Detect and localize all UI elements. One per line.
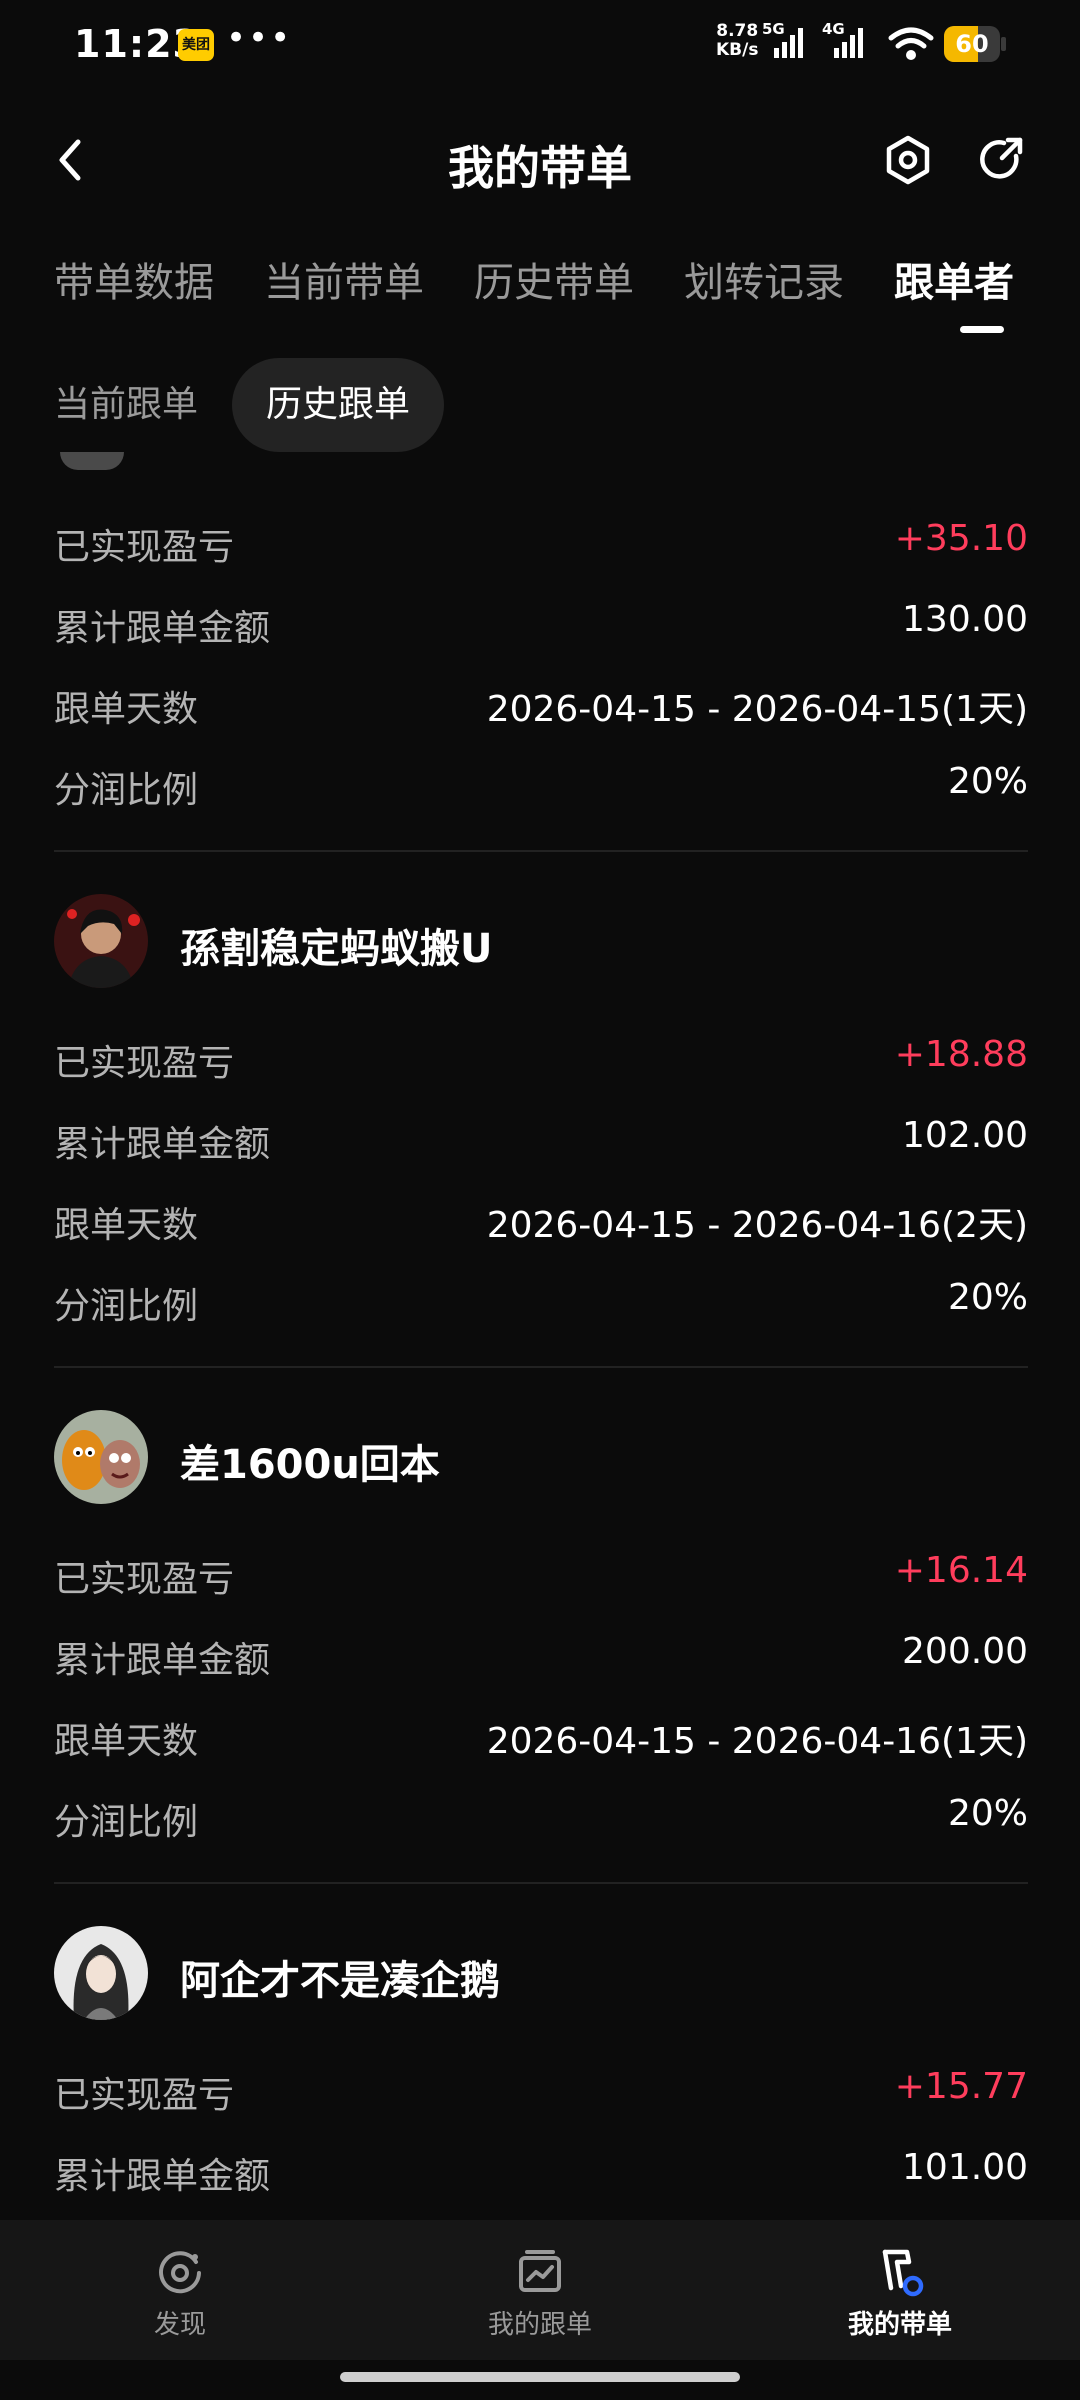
card-divider: [54, 1366, 1028, 1368]
days-row: 跟单天数 2026-04-15 - 2026-04-16(2天): [54, 1196, 1028, 1256]
avatar: [54, 894, 148, 988]
avatar: [54, 1926, 148, 2020]
days-value: 2026-04-15 - 2026-04-16(2天): [486, 1205, 1028, 1246]
pnl-value: +35.10: [894, 518, 1028, 559]
pnl-label: 已实现盈亏: [54, 527, 235, 568]
flag-trophy-icon: [882, 2249, 924, 2297]
nav-my-follows-label: 我的跟单: [487, 2310, 592, 2340]
follower-list: 已实现盈亏 +35.10 累计跟单金额 130.00 跟单天数 2026-04-…: [0, 452, 1080, 2220]
screen: 11:23 美团 ••• 8.78 KB/s 5G 4G 60 我的带单 带单数…: [0, 0, 1080, 2400]
battery-level: 60: [955, 30, 989, 58]
avatar: [54, 1410, 148, 1504]
card-divider: [54, 1882, 1028, 1884]
hexagon-settings-icon: [886, 135, 930, 185]
amount-value: 101.00: [902, 2147, 1028, 2188]
amount-row: 累计跟单金额 102.00: [54, 1115, 1028, 1175]
share-label: 分润比例: [54, 1802, 199, 1843]
amount-label: 累计跟单金额: [54, 1640, 271, 1681]
pnl-row: 已实现盈亏 +15.77: [54, 2066, 1028, 2126]
days-row: 跟单天数 2026-04-15 - 2026-04-16(1天): [54, 1712, 1028, 1772]
status-bar: 11:23 美团 ••• 8.78 KB/s 5G 4G 60: [0, 0, 1080, 92]
pnl-value: +15.77: [894, 2066, 1028, 2107]
tab-history-leads[interactable]: 历史带单: [474, 250, 634, 308]
network-label-1: 5G: [762, 20, 785, 38]
battery-icon: 60: [944, 26, 1006, 62]
share-value: 20%: [947, 1277, 1028, 1318]
chart-box-icon: [519, 2250, 561, 2292]
days-label: 跟单天数: [54, 689, 199, 730]
amount-row: 累计跟单金额 130.00: [54, 599, 1028, 659]
pnl-row: 已实现盈亏 +16.14: [54, 1550, 1028, 1610]
signal-4g-icon: 4G: [822, 20, 866, 66]
share-arrow-icon: [980, 137, 1023, 179]
net-speed-unit: KB/s: [716, 40, 759, 60]
header: 我的带单: [0, 110, 1080, 210]
net-speed-value: 8.78: [716, 21, 759, 41]
signal-5g-icon: 5G: [762, 20, 806, 66]
share-row: 分润比例 20%: [54, 761, 1028, 821]
discover-icon: [159, 2251, 201, 2294]
days-value: 2026-04-15 - 2026-04-15(1天): [486, 689, 1028, 730]
avatar: [60, 452, 124, 470]
follower-name: 孫割稳定蚂蚁搬U: [180, 926, 493, 972]
follower-header[interactable]: 差1600u回本: [54, 1410, 1028, 1506]
amount-label: 累计跟单金额: [54, 2156, 271, 2197]
wifi-icon: [888, 26, 934, 66]
follower-header[interactable]: 阿企才不是凑企鹅: [54, 1926, 1028, 2022]
subtab-history-follow[interactable]: 历史跟单: [232, 358, 445, 452]
follower-header[interactable]: 孫割稳定蚂蚁搬U: [54, 894, 1028, 990]
home-indicator[interactable]: [340, 2372, 740, 2382]
nav-my-follows[interactable]: 我的跟单: [440, 2248, 640, 2341]
pnl-label: 已实现盈亏: [54, 1559, 235, 1600]
days-row: 跟单天数 2026-04-15 - 2026-04-15(1天): [54, 680, 1028, 740]
network-label-2: 4G: [822, 20, 845, 38]
amount-row: 累计跟单金额 101.00: [54, 2147, 1028, 2207]
tab-current-leads[interactable]: 当前带单: [264, 250, 424, 308]
sub-tabs: 当前跟单 历史跟单: [0, 358, 1080, 452]
nav-discover[interactable]: 发现: [80, 2248, 280, 2341]
share-label: 分润比例: [54, 770, 199, 811]
amount-value: 200.00: [902, 1631, 1028, 1672]
amount-value: 130.00: [902, 599, 1028, 640]
active-tab-indicator: [960, 326, 1004, 333]
pnl-row: 已实现盈亏 +18.88: [54, 1034, 1028, 1094]
share-button[interactable]: [972, 132, 1028, 188]
days-label: 跟单天数: [54, 1721, 199, 1762]
meituan-badge-icon: 美团: [178, 29, 214, 61]
share-label: 分润比例: [54, 1286, 199, 1327]
nav-discover-label: 发现: [153, 2310, 206, 2340]
pnl-row: 已实现盈亏 +35.10: [54, 518, 1028, 578]
follower-name: 差1600u回本: [180, 1442, 440, 1488]
pnl-label: 已实现盈亏: [54, 1043, 235, 1084]
nav-my-leads[interactable]: 我的带单: [800, 2248, 1000, 2341]
amount-label: 累计跟单金额: [54, 1124, 271, 1165]
tab-transfer-records[interactable]: 划转记录: [684, 250, 844, 308]
pnl-value: +18.88: [894, 1034, 1028, 1075]
main-tabs: 带单数据 当前带单 历史带单 划转记录 跟单者: [0, 240, 1080, 340]
amount-row: 累计跟单金额 200.00: [54, 1631, 1028, 1691]
subtab-current-follow[interactable]: 当前跟单: [54, 358, 198, 452]
share-row: 分润比例 20%: [54, 1277, 1028, 1337]
amount-label: 累计跟单金额: [54, 608, 271, 649]
more-notifications-icon: •••: [226, 18, 293, 58]
pnl-value: +16.14: [894, 1550, 1028, 1591]
share-row: 分润比例 20%: [54, 1793, 1028, 1853]
pnl-label: 已实现盈亏: [54, 2075, 235, 2116]
follower-name: 阿企才不是凑企鹅: [180, 1958, 500, 2004]
share-value: 20%: [947, 1793, 1028, 1834]
tab-followers[interactable]: 跟单者: [894, 250, 1014, 308]
share-value: 20%: [947, 761, 1028, 802]
card-divider: [54, 850, 1028, 852]
amount-value: 102.00: [902, 1115, 1028, 1156]
net-speed: 8.78 KB/s: [716, 22, 758, 60]
bottom-nav: 发现 我的跟单 我的带单: [0, 2220, 1080, 2360]
settings-button[interactable]: [880, 132, 936, 188]
days-label: 跟单天数: [54, 1205, 199, 1246]
days-value: 2026-04-15 - 2026-04-16(1天): [486, 1721, 1028, 1762]
nav-my-leads-label: 我的带单: [847, 2310, 952, 2340]
tab-lead-data[interactable]: 带单数据: [54, 250, 214, 308]
